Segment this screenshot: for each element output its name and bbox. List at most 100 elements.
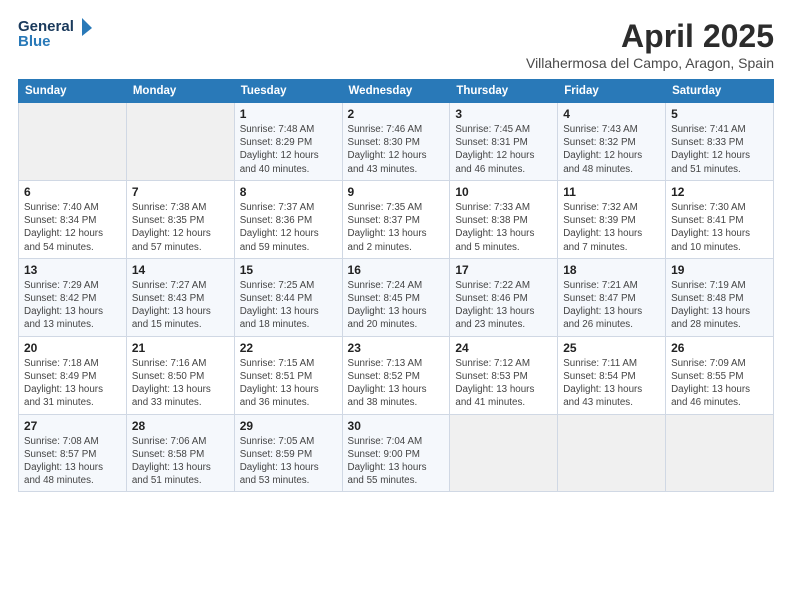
calendar-subtitle: Villahermosa del Campo, Aragon, Spain bbox=[526, 55, 774, 71]
day-number: 29 bbox=[240, 419, 337, 433]
header-friday: Friday bbox=[558, 80, 666, 103]
table-row: 4 Sunrise: 7:43 AM Sunset: 8:32 PM Daylig… bbox=[558, 103, 666, 181]
day-number: 1 bbox=[240, 107, 337, 121]
header-thursday: Thursday bbox=[450, 80, 558, 103]
table-row: 26Sunrise: 7:09 AM Sunset: 8:55 PM Dayli… bbox=[666, 336, 774, 414]
table-row: 30 Sunrise: 7:04 AM Sunset: 9:00 PM Dayli… bbox=[342, 414, 450, 492]
day-info: Sunrise: 7:30 AM Sunset: 8:41 PM Dayligh… bbox=[671, 201, 768, 254]
day-info: Sunrise: 7:32 AM Sunset: 8:39 PM Dayligh… bbox=[563, 201, 660, 254]
day-info: Sunrise: 7:13 AM Sunset: 8:52 PM Dayligh… bbox=[348, 357, 445, 410]
day-info: Sunrise: 7:08 AM Sunset: 8:57 PM Dayligh… bbox=[24, 435, 121, 488]
day-number: 24 bbox=[455, 341, 552, 355]
day-info: Sunrise: 7:18 AM Sunset: 8:49 PM Dayligh… bbox=[24, 357, 121, 410]
table-row: 25 Sunrise: 7:11 AM Sunset: 8:54 PM Dayli… bbox=[558, 336, 666, 414]
table-row bbox=[558, 414, 666, 492]
table-row: 14Sunrise: 7:27 AM Sunset: 8:43 PM Dayli… bbox=[126, 258, 234, 336]
day-number: 23 bbox=[348, 341, 445, 355]
table-row: 1 Sunrise: 7:48 AM Sunset: 8:29 PM Daylig… bbox=[234, 103, 342, 181]
table-row: 6 Sunrise: 7:40 AM Sunset: 8:34 PM Daylig… bbox=[19, 180, 127, 258]
day-number: 9 bbox=[348, 185, 445, 199]
day-number: 21 bbox=[132, 341, 229, 355]
table-row: 16 Sunrise: 7:24 AM Sunset: 8:45 PM Dayli… bbox=[342, 258, 450, 336]
table-row: 12 Sunrise: 7:30 AM Sunset: 8:41 PM Dayli… bbox=[666, 180, 774, 258]
day-info: Sunrise: 7:46 AM Sunset: 8:30 PM Dayligh… bbox=[348, 123, 445, 176]
day-info: Sunrise: 7:05 AM Sunset: 8:59 PM Dayligh… bbox=[240, 435, 337, 488]
day-number: 10 bbox=[455, 185, 552, 199]
day-number: 17 bbox=[455, 263, 552, 277]
day-info: Sunrise: 7:25 AM Sunset: 8:44 PM Dayligh… bbox=[240, 279, 337, 332]
header-monday: Monday bbox=[126, 80, 234, 103]
day-info: Sunrise: 7:19 AM Sunset: 8:48 PM Dayligh… bbox=[671, 279, 768, 332]
table-row: 2Sunrise: 7:46 AM Sunset: 8:30 PM Daylig… bbox=[342, 103, 450, 181]
day-number: 28 bbox=[132, 419, 229, 433]
calendar-body: 1 Sunrise: 7:48 AM Sunset: 8:29 PM Daylig… bbox=[19, 103, 774, 492]
table-row: 28Sunrise: 7:06 AM Sunset: 8:58 PM Dayli… bbox=[126, 414, 234, 492]
table-row: 15Sunrise: 7:25 AM Sunset: 8:44 PM Dayli… bbox=[234, 258, 342, 336]
table-row: 20 Sunrise: 7:18 AM Sunset: 8:49 PM Dayli… bbox=[19, 336, 127, 414]
day-info: Sunrise: 7:12 AM Sunset: 8:53 PM Dayligh… bbox=[455, 357, 552, 410]
header: General Blue April 2025 Villahermosa del… bbox=[18, 18, 774, 71]
table-row: 29 Sunrise: 7:05 AM Sunset: 8:59 PM Dayli… bbox=[234, 414, 342, 492]
calendar-table: Sunday Monday Tuesday Wednesday Thursday… bbox=[18, 79, 774, 492]
logo-text-blue: Blue bbox=[18, 33, 51, 50]
day-number: 19 bbox=[671, 263, 768, 277]
day-info: Sunrise: 7:37 AM Sunset: 8:36 PM Dayligh… bbox=[240, 201, 337, 254]
day-number: 26 bbox=[671, 341, 768, 355]
day-number: 22 bbox=[240, 341, 337, 355]
day-info: Sunrise: 7:11 AM Sunset: 8:54 PM Dayligh… bbox=[563, 357, 660, 410]
day-number: 4 bbox=[563, 107, 660, 121]
day-number: 20 bbox=[24, 341, 121, 355]
table-row: 24 Sunrise: 7:12 AM Sunset: 8:53 PM Dayli… bbox=[450, 336, 558, 414]
day-number: 3 bbox=[455, 107, 552, 121]
table-row: 3 Sunrise: 7:45 AM Sunset: 8:31 PM Daylig… bbox=[450, 103, 558, 181]
table-row bbox=[126, 103, 234, 181]
day-info: Sunrise: 7:15 AM Sunset: 8:51 PM Dayligh… bbox=[240, 357, 337, 410]
table-row: 18 Sunrise: 7:21 AM Sunset: 8:47 PM Dayli… bbox=[558, 258, 666, 336]
table-row: 22 Sunrise: 7:15 AM Sunset: 8:51 PM Dayli… bbox=[234, 336, 342, 414]
day-info: Sunrise: 7:45 AM Sunset: 8:31 PM Dayligh… bbox=[455, 123, 552, 176]
day-info: Sunrise: 7:48 AM Sunset: 8:29 PM Dayligh… bbox=[240, 123, 337, 176]
day-info: Sunrise: 7:24 AM Sunset: 8:45 PM Dayligh… bbox=[348, 279, 445, 332]
table-row: 10 Sunrise: 7:33 AM Sunset: 8:38 PM Dayli… bbox=[450, 180, 558, 258]
header-sunday: Sunday bbox=[19, 80, 127, 103]
page: General Blue April 2025 Villahermosa del… bbox=[0, 0, 792, 502]
day-number: 7 bbox=[132, 185, 229, 199]
logo-triangle-icon bbox=[76, 18, 92, 36]
table-row: 8 Sunrise: 7:37 AM Sunset: 8:36 PM Daylig… bbox=[234, 180, 342, 258]
day-number: 8 bbox=[240, 185, 337, 199]
day-info: Sunrise: 7:29 AM Sunset: 8:42 PM Dayligh… bbox=[24, 279, 121, 332]
table-row: 17 Sunrise: 7:22 AM Sunset: 8:46 PM Dayli… bbox=[450, 258, 558, 336]
day-number: 12 bbox=[671, 185, 768, 199]
day-info: Sunrise: 7:33 AM Sunset: 8:38 PM Dayligh… bbox=[455, 201, 552, 254]
logo: General Blue bbox=[18, 18, 92, 50]
header-wednesday: Wednesday bbox=[342, 80, 450, 103]
calendar-header: Sunday Monday Tuesday Wednesday Thursday… bbox=[19, 80, 774, 103]
day-number: 6 bbox=[24, 185, 121, 199]
table-row: 11 Sunrise: 7:32 AM Sunset: 8:39 PM Dayli… bbox=[558, 180, 666, 258]
day-number: 30 bbox=[348, 419, 445, 433]
day-number: 27 bbox=[24, 419, 121, 433]
table-row: 7 Sunrise: 7:38 AM Sunset: 8:35 PM Daylig… bbox=[126, 180, 234, 258]
day-number: 13 bbox=[24, 263, 121, 277]
day-number: 5 bbox=[671, 107, 768, 121]
day-info: Sunrise: 7:43 AM Sunset: 8:32 PM Dayligh… bbox=[563, 123, 660, 176]
calendar-title: April 2025 bbox=[526, 18, 774, 55]
header-saturday: Saturday bbox=[666, 80, 774, 103]
day-info: Sunrise: 7:04 AM Sunset: 9:00 PM Dayligh… bbox=[348, 435, 445, 488]
table-row: 19 Sunrise: 7:19 AM Sunset: 8:48 PM Dayli… bbox=[666, 258, 774, 336]
table-row: 5Sunrise: 7:41 AM Sunset: 8:33 PM Daylig… bbox=[666, 103, 774, 181]
header-tuesday: Tuesday bbox=[234, 80, 342, 103]
day-info: Sunrise: 7:38 AM Sunset: 8:35 PM Dayligh… bbox=[132, 201, 229, 254]
day-number: 18 bbox=[563, 263, 660, 277]
day-info: Sunrise: 7:22 AM Sunset: 8:46 PM Dayligh… bbox=[455, 279, 552, 332]
table-row: 13 Sunrise: 7:29 AM Sunset: 8:42 PM Dayli… bbox=[19, 258, 127, 336]
day-number: 25 bbox=[563, 341, 660, 355]
day-number: 14 bbox=[132, 263, 229, 277]
day-info: Sunrise: 7:40 AM Sunset: 8:34 PM Dayligh… bbox=[24, 201, 121, 254]
day-info: Sunrise: 7:16 AM Sunset: 8:50 PM Dayligh… bbox=[132, 357, 229, 410]
day-number: 16 bbox=[348, 263, 445, 277]
table-row: 9Sunrise: 7:35 AM Sunset: 8:37 PM Daylig… bbox=[342, 180, 450, 258]
day-number: 11 bbox=[563, 185, 660, 199]
table-row bbox=[666, 414, 774, 492]
day-info: Sunrise: 7:21 AM Sunset: 8:47 PM Dayligh… bbox=[563, 279, 660, 332]
